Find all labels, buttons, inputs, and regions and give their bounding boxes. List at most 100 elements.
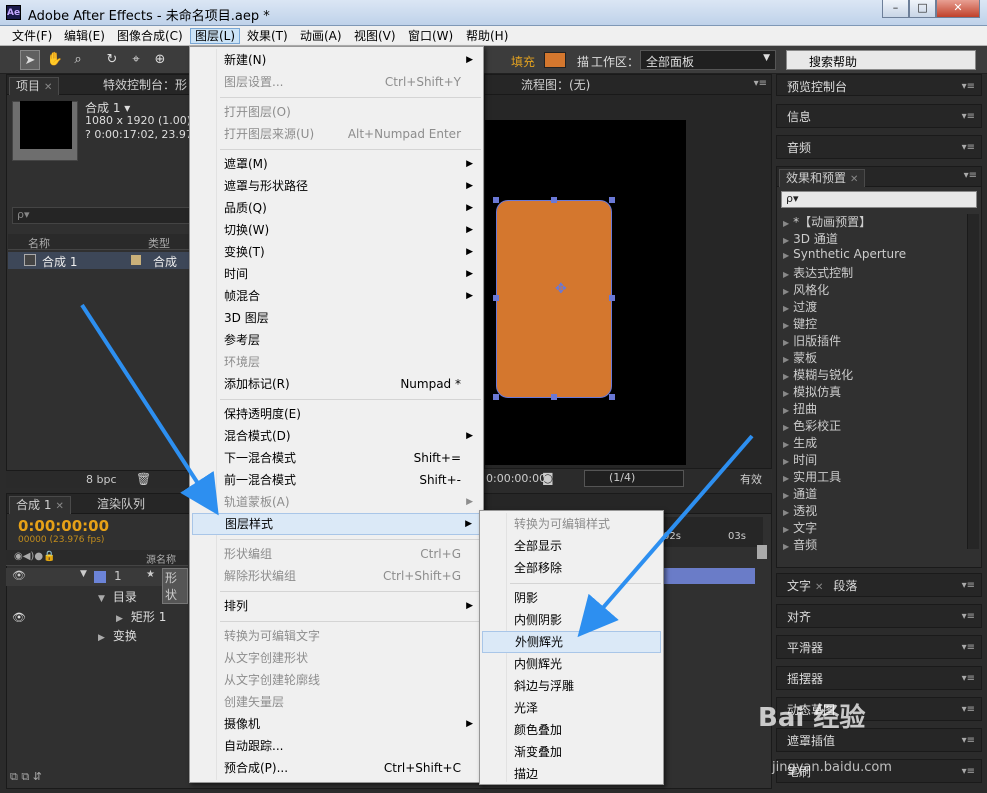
shape-layer-rectangle[interactable]: [496, 200, 612, 398]
expand-triangle-icon[interactable]: ▶: [783, 251, 789, 260]
menu-item[interactable]: 参考层: [192, 329, 481, 351]
menu-item[interactable]: 遮罩与形状路径 ▶: [192, 175, 481, 197]
expand-triangle-icon[interactable]: ▶: [783, 372, 789, 381]
transform-handle[interactable]: [493, 394, 499, 400]
project-search-input[interactable]: ρ▾: [12, 207, 192, 224]
eye-icon[interactable]: 👁: [12, 569, 26, 582]
expand-triangle-icon[interactable]: ▶: [783, 440, 789, 449]
project-item-row[interactable]: 合成 1 合成: [8, 252, 192, 269]
rotate-tool-icon[interactable]: ↻: [102, 50, 122, 70]
menu-item[interactable]: 新建(N) ▶: [192, 49, 481, 71]
menu-item[interactable]: 前一混合模式 Shift+-: [192, 469, 481, 491]
audio-panel[interactable]: 音频 ▾≡: [776, 135, 982, 159]
expand-triangle-icon[interactable]: ▶: [783, 474, 789, 483]
text-panel[interactable]: 文字 ✕ 段落 ▾≡: [776, 573, 982, 597]
expand-triangle-icon[interactable]: ▶: [783, 525, 789, 534]
effects-category-item[interactable]: ▶ 生成: [783, 434, 817, 451]
fill-color-swatch[interactable]: [544, 52, 566, 68]
bit-depth[interactable]: 8 bpc: [86, 473, 117, 486]
expand-triangle-icon[interactable]: ▶: [783, 508, 789, 517]
smoother-panel[interactable]: 平滑器 ▾≡: [776, 635, 982, 659]
tab-project[interactable]: 项目 ✕: [9, 77, 60, 95]
menu-item[interactable]: 颜色叠加: [482, 719, 661, 741]
timeline-rect-row[interactable]: 👁 ▶ 矩形 1: [12, 608, 166, 625]
expand-triangle-icon[interactable]: ▼: [80, 569, 87, 579]
effects-category-item[interactable]: ▶ 实用工具: [783, 468, 841, 485]
eye-icon[interactable]: 👁: [12, 611, 26, 624]
menu-item[interactable]: 图层样式 ▶: [192, 513, 481, 535]
timeline-ruler[interactable]: 02s 03s: [663, 517, 763, 547]
layer-name[interactable]: 形状: [162, 568, 188, 604]
expand-triangle-icon[interactable]: ▶: [783, 287, 789, 296]
camera-snapshot-icon[interactable]: ◙: [542, 471, 554, 485]
effects-category-item[interactable]: ▶ Synthetic Aperture: [783, 247, 906, 261]
active-camera-label[interactable]: 有效: [740, 471, 762, 487]
expand-triangle-icon[interactable]: ▶: [783, 304, 789, 313]
camera-tool-icon[interactable]: ⌖: [126, 50, 146, 70]
transform-handle[interactable]: [609, 197, 615, 203]
expand-triangle-icon[interactable]: ▶: [783, 338, 789, 347]
menu-item[interactable]: 光泽: [482, 697, 661, 719]
effects-category-item[interactable]: ▶ 文字: [783, 519, 817, 536]
expand-triangle-icon[interactable]: ▶: [783, 423, 789, 432]
expand-triangle-icon[interactable]: ▶: [783, 270, 789, 279]
transform-handle[interactable]: [551, 394, 557, 400]
menu-item[interactable]: 添加标记(R) Numpad *: [192, 373, 481, 395]
effects-search-input[interactable]: ρ▾: [781, 191, 977, 208]
minimize-button[interactable]: –: [882, 0, 909, 18]
expand-triangle-icon[interactable]: ▶: [116, 614, 123, 624]
menu-item[interactable]: 时间 ▶: [192, 263, 481, 285]
menu-help[interactable]: 帮助(H): [462, 28, 512, 44]
menu-view[interactable]: 视图(V): [350, 28, 400, 44]
transform-handle[interactable]: [493, 197, 499, 203]
menu-item[interactable]: 保持透明度(E): [192, 403, 481, 425]
menu-item[interactable]: 变换(T) ▶: [192, 241, 481, 263]
column-name[interactable]: 名称: [28, 235, 50, 251]
menu-item[interactable]: 3D 图层: [192, 307, 481, 329]
menu-item[interactable]: 品质(Q) ▶: [192, 197, 481, 219]
workspace-dropdown[interactable]: 全部面板 ▼: [640, 50, 776, 70]
menu-item[interactable]: 内侧辉光: [482, 653, 661, 675]
menu-item[interactable]: 描边: [482, 763, 661, 785]
effects-category-item[interactable]: ▶ 时间: [783, 451, 817, 468]
timeline-contents-row[interactable]: ▼ 目录: [98, 588, 137, 605]
source-name-header[interactable]: 源名称: [146, 551, 176, 566]
effects-category-item[interactable]: ▶ 扭曲: [783, 400, 817, 417]
preview-panel[interactable]: 预览控制台 ▾≡: [776, 74, 982, 96]
menu-item[interactable]: 遮罩(M) ▶: [192, 153, 481, 175]
tab-render-queue[interactable]: 渲染队列: [91, 496, 151, 514]
effects-category-item[interactable]: ▶ 3D 通道: [783, 230, 838, 247]
menu-item[interactable]: 预合成(P)... Ctrl+Shift+C: [192, 757, 481, 779]
effects-category-item[interactable]: ▶ 通道: [783, 485, 817, 502]
align-panel[interactable]: 对齐 ▾≡: [776, 604, 982, 628]
timeline-current-time[interactable]: 0:00:00:00: [18, 517, 109, 535]
close-button[interactable]: ✕: [936, 0, 980, 18]
expand-triangle-icon[interactable]: ▼: [98, 594, 105, 604]
zoom-tool-icon[interactable]: ⌕: [68, 50, 88, 70]
expand-triangle-icon[interactable]: ▶: [783, 389, 789, 398]
menu-effect[interactable]: 效果(T): [243, 28, 292, 44]
transform-handle[interactable]: [609, 394, 615, 400]
menu-window[interactable]: 窗口(W): [404, 28, 457, 44]
panel-menu-icon[interactable]: ▾≡: [964, 170, 977, 181]
work-area-end-handle[interactable]: [757, 545, 767, 559]
menu-edit[interactable]: 编辑(E): [60, 28, 109, 44]
wiggler-panel[interactable]: 摇摆器 ▾≡: [776, 666, 982, 690]
timeline-layer-row[interactable]: 👁 ▼ 1 ★ 形状: [6, 568, 188, 604]
expand-triangle-icon[interactable]: ▶: [783, 236, 789, 245]
info-panel[interactable]: 信息 ▾≡: [776, 104, 982, 128]
effects-category-item[interactable]: ▶ *【动画预置】: [783, 213, 871, 230]
resolution-dropdown[interactable]: (1/4): [584, 470, 684, 487]
effects-category-item[interactable]: ▶ 表达式控制: [783, 264, 853, 281]
timeline-footer-icons[interactable]: ⧉ ⧉ ⇵: [10, 770, 42, 784]
viewer-timecode[interactable]: 0:00:00:00: [486, 472, 546, 485]
expand-triangle-icon[interactable]: ▶: [783, 355, 789, 364]
effects-category-item[interactable]: ▶ 模糊与锐化: [783, 366, 853, 383]
effects-category-item[interactable]: ▶ 键控: [783, 315, 817, 332]
menu-composition[interactable]: 图像合成(C): [113, 28, 187, 44]
menu-item[interactable]: 外侧辉光: [482, 631, 661, 653]
tab-flowchart[interactable]: 流程图：(无): [515, 77, 596, 95]
expand-triangle-icon[interactable]: ▶: [783, 406, 789, 415]
timeline-transform-row[interactable]: ▶ 变换: [98, 627, 137, 644]
column-type[interactable]: 类型: [148, 235, 170, 251]
